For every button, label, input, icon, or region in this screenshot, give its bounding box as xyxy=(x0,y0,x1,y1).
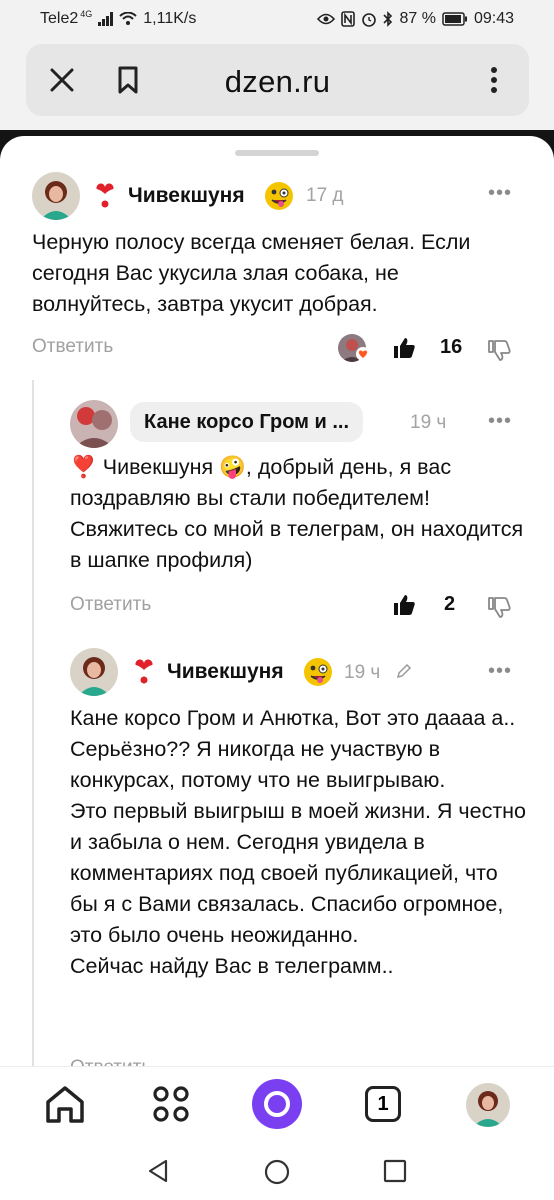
zany-face-emoji-icon xyxy=(304,658,332,686)
author-mention[interactable]: ❣️ Чивекшуня 🤪 xyxy=(70,455,246,479)
comment-text: Черную полосу всегда сменяет белая. Если… xyxy=(32,230,471,316)
heart-exclamation-icon xyxy=(96,183,114,208)
comment-text: ❣️ Чивекшуня 🤪, добрый день, я вас поздр… xyxy=(70,452,526,576)
comments-sheet: Чивекшуня 17 д ••• Черную полосу всегда … xyxy=(0,136,554,1066)
eye-icon xyxy=(317,13,336,25)
edited-pencil-icon xyxy=(396,663,412,679)
signal-icon xyxy=(98,12,114,26)
apps-grid-icon[interactable] xyxy=(152,1085,190,1123)
wifi-icon xyxy=(119,12,137,25)
recents-icon[interactable] xyxy=(383,1159,407,1183)
comment-menu-icon[interactable]: ••• xyxy=(488,660,512,683)
reply-button[interactable]: Ответить xyxy=(70,594,151,616)
battery-percent: 87 % xyxy=(399,10,436,27)
status-bar: Tele2 4G 1,11K/s 87 % 09:43 xyxy=(0,0,554,38)
url-text[interactable]: dzen.ru xyxy=(26,64,529,100)
bluetooth-icon xyxy=(383,11,393,27)
tabs-icon[interactable]: 1 xyxy=(365,1086,401,1122)
comment-author[interactable]: Чивекшуня xyxy=(167,660,284,684)
comment-text: Кане корсо Гром и Анютка, Вот это даааа … xyxy=(70,706,527,978)
bottom-navigation: 1 xyxy=(0,1066,554,1144)
heart-exclamation-icon xyxy=(135,659,153,684)
battery-icon xyxy=(442,12,467,26)
like-icon[interactable] xyxy=(392,336,416,360)
dislike-icon[interactable] xyxy=(487,338,511,362)
system-navigation xyxy=(0,1144,554,1200)
home-icon[interactable] xyxy=(44,1085,86,1125)
home-button-icon[interactable] xyxy=(263,1158,291,1186)
network-speed: 1,11K/s xyxy=(143,10,197,27)
comment-time: 19 ч xyxy=(344,662,381,683)
dislike-icon[interactable] xyxy=(487,595,511,619)
network-label: 4G xyxy=(80,9,93,19)
comment-time: 19 ч xyxy=(410,412,447,433)
comment-menu-icon[interactable]: ••• xyxy=(488,182,512,205)
more-vertical-icon[interactable] xyxy=(478,64,510,96)
comment-menu-icon[interactable]: ••• xyxy=(488,410,512,433)
clock: 09:43 xyxy=(473,10,514,27)
avatar[interactable] xyxy=(32,172,80,220)
nfc-icon xyxy=(341,11,356,27)
avatar[interactable] xyxy=(70,648,118,696)
alice-icon[interactable] xyxy=(252,1079,302,1129)
like-count: 2 xyxy=(444,593,456,615)
like-icon[interactable] xyxy=(392,593,416,617)
thread-line xyxy=(32,380,34,1066)
address-bar[interactable]: dzen.ru xyxy=(26,44,529,116)
zany-face-emoji-icon xyxy=(265,182,293,210)
reply-button[interactable]: Ответить xyxy=(70,1057,151,1066)
carrier-label: Tele2 xyxy=(40,10,79,27)
profile-avatar[interactable] xyxy=(466,1083,510,1127)
browser-header: dzen.ru xyxy=(0,38,554,130)
heart-reaction-icon xyxy=(356,347,370,361)
alarm-icon xyxy=(362,13,377,27)
comment-author[interactable]: Кане корсо Гром и ... xyxy=(130,402,364,442)
like-count: 16 xyxy=(440,336,463,358)
comment-author[interactable]: Чивекшуня xyxy=(128,184,245,208)
avatar[interactable] xyxy=(70,400,118,448)
sheet-drag-handle[interactable] xyxy=(235,150,319,156)
back-icon[interactable] xyxy=(146,1158,170,1184)
comment-time: 17 д xyxy=(306,185,344,206)
reply-button[interactable]: Ответить xyxy=(32,336,113,358)
